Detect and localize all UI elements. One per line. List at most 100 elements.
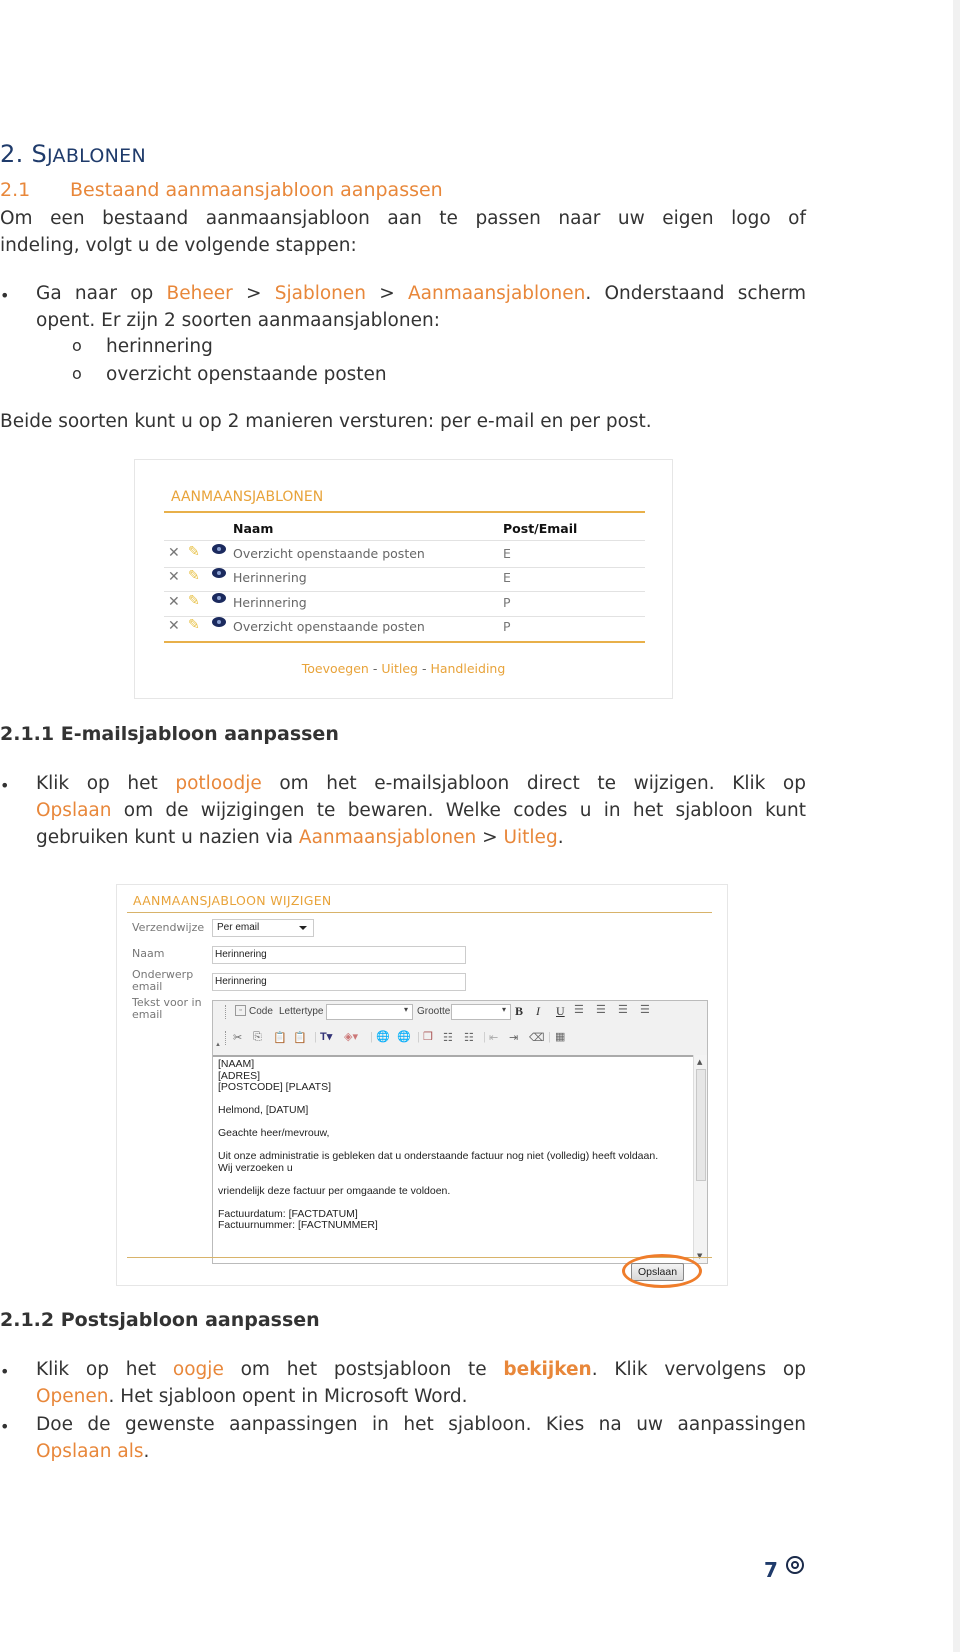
text: >	[232, 283, 275, 304]
delete-icon[interactable]: ✕	[168, 594, 180, 610]
chevron-down-icon	[299, 926, 307, 930]
scrollbar[interactable]: ▲ ▼	[693, 1055, 707, 1263]
page-number: 7	[764, 1558, 778, 1582]
circle-bullet-icon: o	[72, 364, 82, 383]
page-edge	[953, 0, 960, 1652]
link-oogje: oogje	[172, 1359, 224, 1380]
text: om het e-mailsjabloon direct te wijzigen…	[261, 773, 806, 794]
background-color-icon[interactable]: ◈▾	[344, 1030, 358, 1043]
insert-link-icon[interactable]: 🌐	[376, 1030, 390, 1043]
numbered-list-icon[interactable]: ☷	[443, 1031, 453, 1044]
row-type: E	[503, 546, 511, 561]
name-value: Herinnering	[215, 949, 267, 960]
pencil-icon[interactable]: ✎	[188, 617, 200, 633]
rich-text-editor[interactable]: ▫ Code Lettertype ▾ Grootte ▾ B I U ☰ ☰ …	[212, 1000, 708, 1264]
bold-button[interactable]: B	[515, 1004, 523, 1019]
copy-icon[interactable]: ⎘	[253, 1031, 262, 1044]
method-select[interactable]: Per email	[212, 919, 314, 937]
table-row: ✕ ✎ Herinnering E	[164, 567, 645, 591]
eye-icon[interactable]	[211, 616, 227, 628]
subsection-heading: 2.1 Bestaand aanmaansjabloon aanpassen	[0, 179, 443, 201]
link-bekijken: bekijken	[503, 1359, 592, 1380]
section-heading: 2. SJABLONEN	[0, 140, 146, 168]
eye-icon[interactable]	[211, 592, 227, 604]
eye-icon[interactable]	[211, 543, 227, 555]
section-title-initial: S	[31, 140, 47, 168]
paste-icon[interactable]: 📋	[273, 1031, 287, 1044]
divider	[164, 511, 645, 513]
step1-line-1: Ga naar op Beheer > Sjablonen > Aanmaans…	[36, 280, 806, 307]
align-justify-icon[interactable]: ☰	[640, 1003, 650, 1016]
toolbar-grip[interactable]	[225, 1005, 228, 1019]
remove-link-icon[interactable]: 🌐	[397, 1030, 411, 1043]
collapse-toolbar-icon[interactable]: ▲	[215, 1042, 221, 1048]
row-type: P	[503, 595, 511, 610]
separator: -	[372, 661, 378, 676]
editor-toolbar: ▫ Code Lettertype ▾ Grootte ▾ B I U ☰ ☰ …	[213, 1001, 707, 1057]
eye-icon[interactable]	[211, 567, 227, 579]
subject-value: Herinnering	[215, 976, 267, 987]
scroll-down-icon[interactable]: ▼	[697, 1252, 702, 1260]
post-line-2: Openen. Het sjabloon opent in Microsoft …	[36, 1383, 468, 1410]
scroll-up-icon[interactable]: ▲	[697, 1058, 702, 1066]
pencil-icon[interactable]: ✎	[188, 593, 200, 609]
email-line-3: gebruiken kunt u nazien via Aanmaansjabl…	[36, 824, 564, 851]
explain-link[interactable]: Uitleg	[381, 661, 418, 676]
divider	[164, 540, 645, 541]
panel-title: AANMAANSJABLONEN	[171, 489, 324, 505]
eraser-icon[interactable]: ⌫	[529, 1031, 545, 1044]
link-openen: Openen	[36, 1386, 109, 1407]
label-text: Tekst voor in email	[132, 997, 202, 1021]
separator: -	[421, 661, 427, 676]
toolbar-grip[interactable]	[225, 1031, 228, 1045]
chevron-down-icon: ▾	[404, 1005, 409, 1014]
outdent-icon[interactable]: ⇤	[489, 1031, 498, 1044]
bullet-icon: •	[0, 1362, 10, 1381]
underline-button[interactable]: U	[556, 1004, 565, 1019]
align-center-icon[interactable]: ☰	[596, 1003, 606, 1016]
text: . Klik vervolgens op	[591, 1359, 806, 1380]
label-name: Naam	[132, 947, 165, 960]
delete-icon[interactable]: ✕	[168, 545, 180, 561]
italic-button[interactable]: I	[536, 1004, 540, 1019]
table-row: ✕ ✎ Overzicht openstaande posten E	[164, 543, 645, 567]
label-method: Verzendwijze	[132, 921, 205, 934]
bullet-icon: •	[0, 286, 10, 305]
paste-word-icon[interactable]: 📋	[293, 1031, 307, 1044]
separator: |	[483, 1031, 486, 1043]
cut-icon[interactable]: ✂	[233, 1031, 242, 1044]
align-left-icon[interactable]: ☰	[574, 1003, 584, 1016]
pencil-icon[interactable]: ✎	[188, 544, 200, 560]
pencil-icon[interactable]: ✎	[188, 568, 200, 584]
post-line-4: Opslaan als.	[36, 1438, 149, 1465]
bullet-list-icon[interactable]: ☷	[464, 1031, 474, 1044]
text: >	[366, 283, 409, 304]
divider	[127, 1257, 712, 1258]
insert-object-icon[interactable]: ❒	[423, 1030, 433, 1043]
scroll-thumb[interactable]	[696, 1069, 706, 1181]
manual-link[interactable]: Handleiding	[430, 661, 505, 676]
add-link[interactable]: Toevoegen	[302, 661, 369, 676]
name-input[interactable]: Herinnering	[212, 946, 466, 964]
panel-links: Toevoegen - Uitleg - Handleiding	[135, 661, 672, 676]
logo-icon	[786, 1556, 804, 1574]
bullet-icon: •	[0, 1417, 10, 1436]
email-body[interactable]: [NAAM] [ADRES] [POSTCODE] [PLAATS] Helmo…	[218, 1058, 658, 1232]
table-icon[interactable]: ▦	[555, 1030, 565, 1043]
delete-icon[interactable]: ✕	[168, 618, 180, 634]
align-right-icon[interactable]: ☰	[618, 1003, 628, 1016]
post-line-1: Klik op het oogje om het postsjabloon te…	[36, 1356, 806, 1383]
link-sjablonen: Sjablonen	[274, 283, 366, 304]
delete-icon[interactable]: ✕	[168, 569, 180, 585]
code-button[interactable]: Code	[249, 1006, 273, 1017]
bullet-icon: •	[0, 776, 10, 795]
text-color-icon[interactable]: T▾	[320, 1030, 332, 1043]
row-name: Herinnering	[233, 570, 307, 585]
source-code-icon[interactable]: ▫	[235, 1005, 246, 1016]
link-aanmaansjablonen: Aanmaansjablonen	[408, 283, 586, 304]
table-row: ✕ ✎ Herinnering P	[164, 592, 645, 616]
font-select[interactable]	[326, 1004, 413, 1020]
table-row: ✕ ✎ Overzicht openstaande posten P	[164, 616, 645, 640]
indent-icon[interactable]: ⇥	[509, 1031, 518, 1044]
subject-input[interactable]: Herinnering	[212, 973, 466, 991]
